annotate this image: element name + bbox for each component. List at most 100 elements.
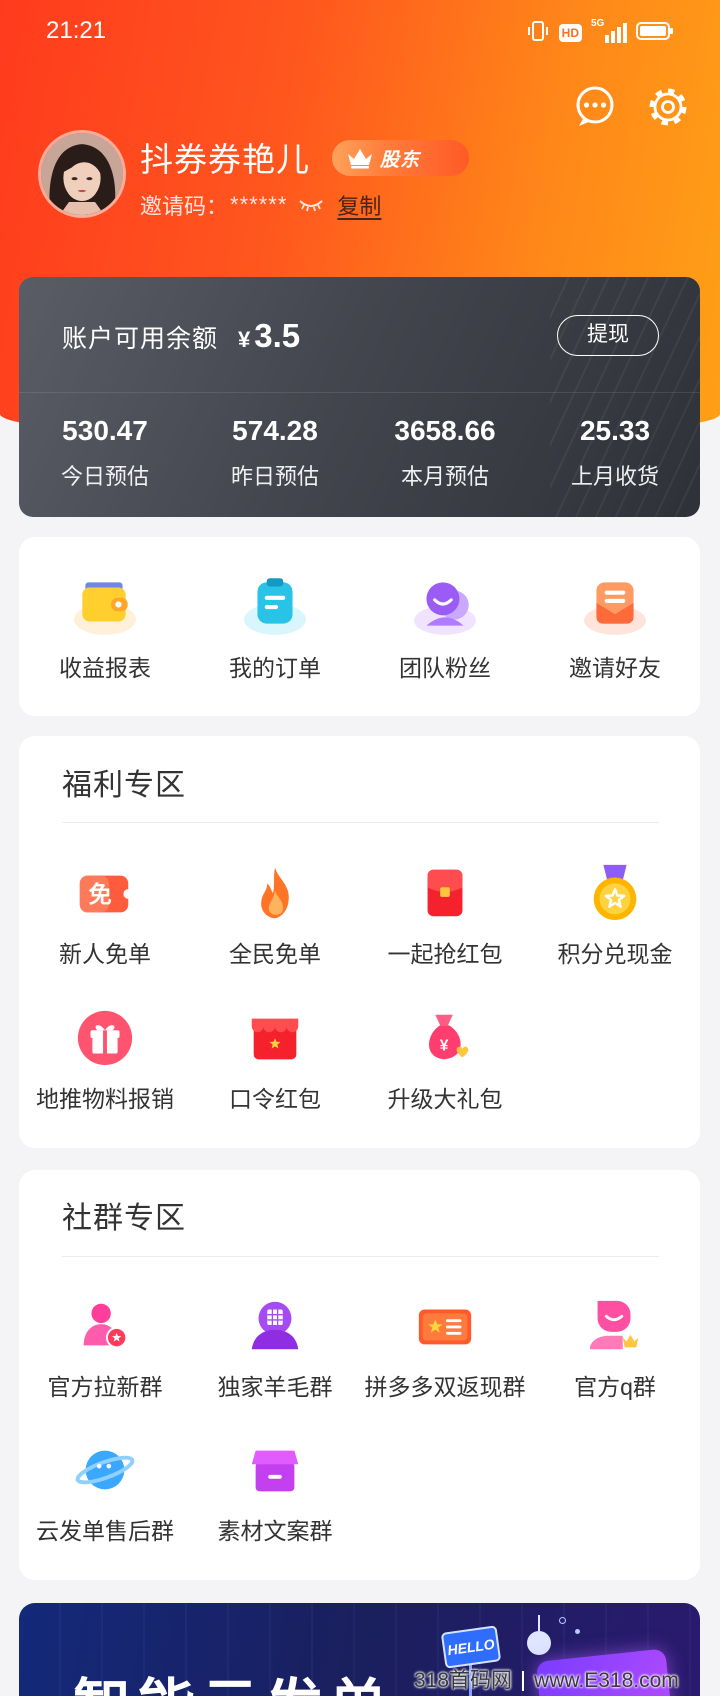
community-item-label: 独家羊毛群 [217, 1374, 333, 1400]
community-item-label: 云发单售后群 [36, 1518, 174, 1544]
quick-action-label: 团队粉丝 [399, 655, 491, 681]
quick-actions-card: 收益报表 我的订单 团队粉丝 邀请好友 [19, 537, 700, 716]
welfare-item-grab-red-packet[interactable]: 一起抢红包 [360, 862, 530, 969]
money-bag-icon: ¥ [414, 1007, 476, 1069]
quick-action-label: 收益报表 [59, 655, 151, 681]
status-icons: HD 5G [526, 18, 674, 48]
welfare-item-label: 口令红包 [229, 1086, 321, 1112]
welfare-item-label: 升级大礼包 [387, 1086, 503, 1112]
decor-dot [559, 1617, 566, 1624]
community-item-label: 拼多多双返现群 [364, 1374, 526, 1400]
welfare-title: 福利专区 [62, 769, 186, 802]
account-balance-card: 账户可用余额 ¥ 3.5 提现 530.47 今日预估 574.28 昨日预估 … [19, 277, 700, 517]
shareholder-badge[interactable]: 股东 [332, 140, 469, 176]
hd-icon: HD [558, 24, 582, 42]
currency-symbol: ¥ [238, 327, 251, 352]
chat-bubble-icon[interactable] [572, 84, 618, 130]
stat-label: 昨日预估 [230, 464, 319, 489]
invite-code: ****** [230, 192, 288, 217]
avatar[interactable] [38, 130, 126, 218]
free-ticket-icon: 免 [74, 862, 136, 924]
team-icon [412, 572, 478, 638]
community-item-label: 素材文案群 [217, 1518, 333, 1544]
quick-action-team-fans[interactable]: 团队粉丝 [360, 572, 530, 683]
gear-icon[interactable] [645, 84, 691, 130]
welfare-item-label: 全民免单 [229, 941, 321, 967]
community-item-official-qq-group[interactable]: 官方q群 [530, 1295, 700, 1402]
community-item-material-copy-group[interactable]: 素材文案群 [190, 1439, 360, 1546]
red-envelope-icon [414, 862, 476, 924]
eye-closed-icon[interactable] [297, 197, 325, 213]
welfare-item-upgrade-gift-pack[interactable]: ¥ 升级大礼包 [360, 1007, 530, 1114]
community-item-exclusive-deals-group[interactable]: 独家羊毛群 [190, 1295, 360, 1402]
medal-icon [584, 862, 646, 924]
welfare-item-label: 积分兑现金 [557, 941, 673, 967]
quick-action-invite-friends[interactable]: 邀请好友 [530, 572, 700, 683]
clipboard-icon [242, 572, 308, 638]
welfare-item-password-red-packet[interactable]: 口令红包 [190, 1007, 360, 1114]
planet-icon [74, 1439, 136, 1501]
stat-value: 574.28 [232, 415, 318, 446]
free-glyph: 免 [89, 882, 112, 908]
stat-value: 3658.66 [394, 415, 496, 446]
welfare-grid: 免 新人免单 全民免单 一起抢红包 积分兑现金 地推物料报销 口令红包 ¥ 升级… [20, 862, 700, 1114]
hello-sign: HELLO [440, 1625, 502, 1669]
community-item-pdd-double-cashback-group[interactable]: 拼多多双返现群 [360, 1295, 530, 1402]
status-bar: 21:21 HD 5G [0, 0, 720, 64]
quick-action-income-report[interactable]: 收益报表 [20, 572, 190, 683]
community-item-official-recruit-group[interactable]: 官方拉新群 [20, 1295, 190, 1402]
decor-dot [575, 1629, 580, 1634]
battery-icon [636, 21, 674, 46]
stat-value: 530.47 [62, 415, 148, 446]
earnings-stats: 530.47 今日预估 574.28 昨日预估 3658.66 本月预估 25.… [20, 413, 700, 491]
welfare-item-label: 地推物料报销 [36, 1086, 174, 1112]
quick-actions-grid: 收益报表 我的订单 团队粉丝 邀请好友 [20, 572, 700, 683]
store-box-icon [244, 1439, 306, 1501]
invite-code-row: 邀请码： ****** 复制 [140, 190, 381, 220]
invite-label: 邀请码： [140, 194, 229, 219]
community-item-cloud-order-after-sales-group[interactable]: 云发单售后群 [20, 1439, 190, 1546]
copy-invite-link[interactable]: 复制 [337, 189, 381, 221]
welfare-item-points-to-cash[interactable]: 积分兑现金 [530, 862, 700, 969]
wallet-icon [72, 572, 138, 638]
community-item-label: 官方拉新群 [47, 1374, 163, 1400]
section-divider [62, 1256, 659, 1257]
welfare-zone-card: 福利专区 免 新人免单 全民免单 一起抢红包 积分兑现金 地推物料报销 口令红包… [19, 736, 700, 1148]
stat-label: 本月预估 [400, 464, 489, 489]
section-divider [62, 822, 659, 823]
avatar-grid-icon [244, 1295, 306, 1357]
user-star-icon [74, 1295, 136, 1357]
quick-action-my-orders[interactable]: 我的订单 [190, 572, 360, 683]
stat-yesterday-estimate[interactable]: 574.28 昨日预估 [190, 413, 360, 491]
balance-row: 账户可用余额 ¥ 3.5 [62, 303, 300, 369]
ticket-star-icon [414, 1295, 476, 1357]
quick-action-label: 邀请好友 [569, 655, 661, 681]
vibrate-icon [526, 19, 550, 48]
community-item-label: 官方q群 [574, 1374, 656, 1400]
stat-label: 上月收货 [570, 464, 659, 489]
welfare-item-promo-materials-reimburse[interactable]: 地推物料报销 [20, 1007, 190, 1114]
crown-icon [348, 149, 372, 169]
welfare-item-all-free[interactable]: 全民免单 [190, 862, 360, 969]
watermark-site-name: 318首码网 [414, 1669, 513, 1692]
stat-last-month-received[interactable]: 25.33 上月收货 [530, 413, 700, 491]
stat-label: 今日预估 [60, 464, 149, 489]
welfare-item-label: 新人免单 [59, 941, 151, 967]
red-packet-box-icon [244, 1007, 306, 1069]
yuan-glyph: ¥ [440, 1038, 449, 1055]
watermark-separator [522, 1671, 525, 1691]
welfare-item-new-user-free[interactable]: 免 新人免单 [20, 862, 190, 969]
banner-headline: 智能云发单 [73, 1675, 393, 1696]
user-name: 抖券券艳儿 [140, 141, 310, 178]
balance-label: 账户可用余额 [62, 325, 219, 353]
site-watermark: 318首码网 www.E318.com [414, 1668, 679, 1694]
community-zone-card: 社群专区 官方拉新群 独家羊毛群 拼多多双返现群 官方q群 云发单售后群 素材文… [19, 1170, 700, 1580]
withdraw-button[interactable]: 提现 [557, 315, 659, 356]
quick-action-label: 我的订单 [229, 655, 321, 681]
stat-month-estimate[interactable]: 3658.66 本月预估 [360, 413, 530, 491]
gift-icon [74, 1007, 136, 1069]
stat-today-estimate[interactable]: 530.47 今日预估 [20, 413, 190, 491]
balance-amount: 3.5 [254, 317, 301, 354]
robot-antenna [538, 1615, 540, 1631]
community-grid: 官方拉新群 独家羊毛群 拼多多双返现群 官方q群 云发单售后群 素材文案群 [20, 1295, 700, 1546]
